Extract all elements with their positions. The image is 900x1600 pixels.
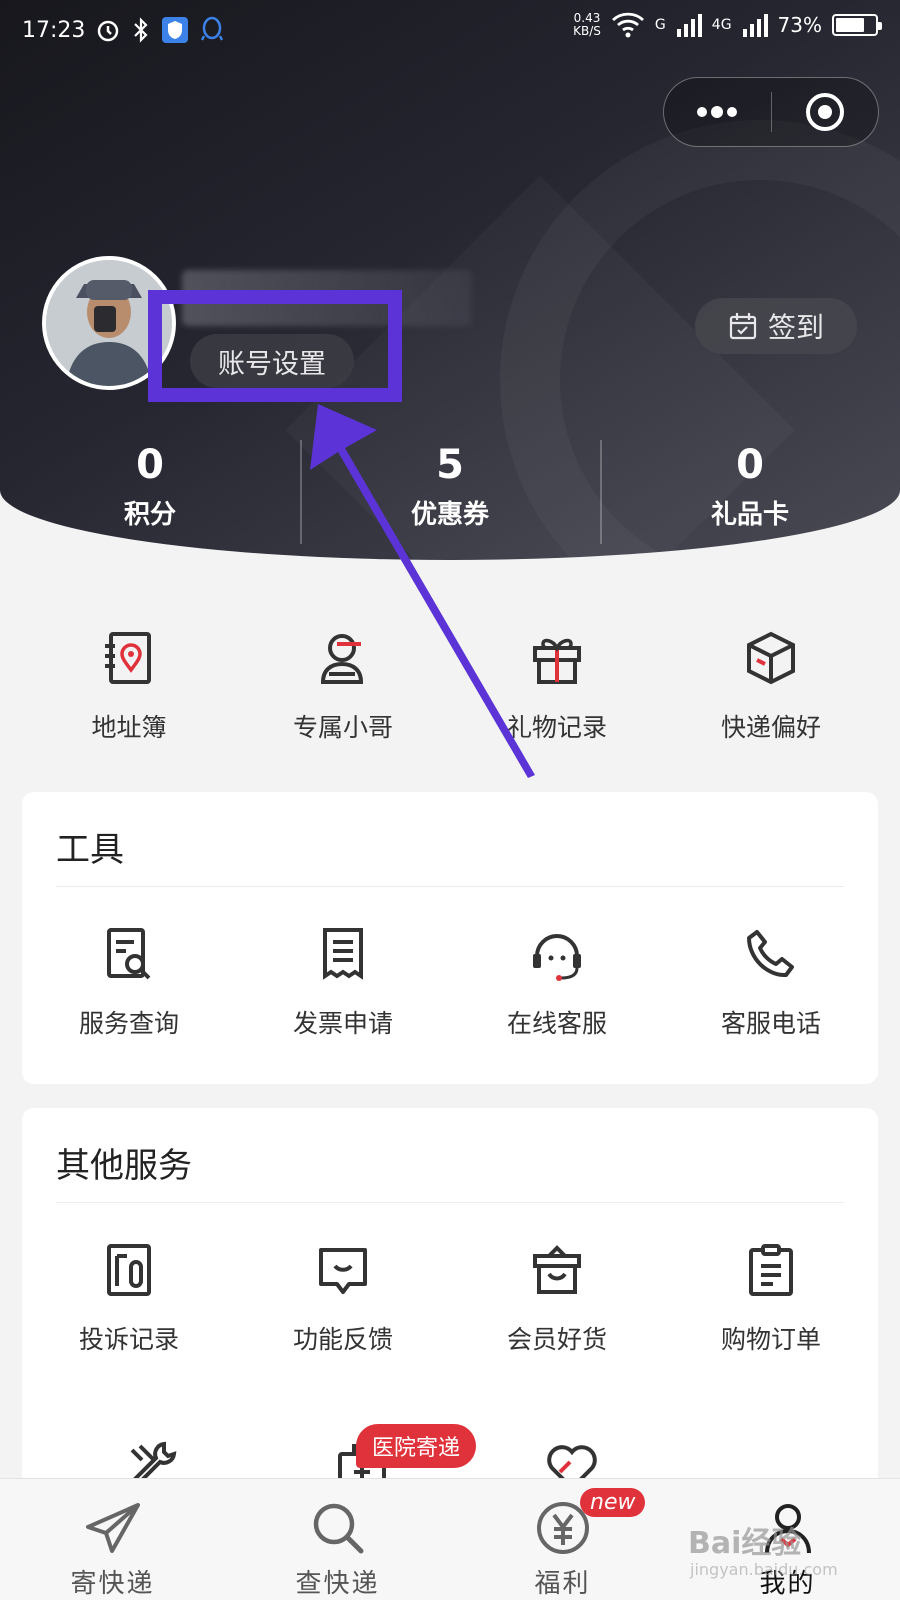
send-icon — [85, 1503, 140, 1553]
more-button[interactable] — [664, 78, 771, 146]
service-shopping-orders[interactable]: 购物订单 — [664, 1242, 878, 1356]
stat-value: 0 — [736, 442, 764, 488]
headset-icon — [533, 934, 581, 981]
target-close-icon — [805, 93, 844, 131]
close-button[interactable] — [772, 78, 879, 146]
other-services-grid: 投诉记录 功能反馈 会员好货 购物订单 — [22, 1242, 878, 1356]
more-dots-icon — [697, 106, 738, 118]
stat-coupons[interactable]: 5 优惠券 — [300, 440, 600, 550]
other-services-title: 其他服务 — [56, 1146, 192, 1186]
tools-title: 工具 — [56, 830, 124, 870]
mini-program-capsule — [663, 77, 879, 147]
nav-send-express[interactable]: 寄快递 — [0, 1479, 225, 1600]
quick-label: 礼物记录 — [506, 713, 607, 742]
tool-label: 客服电话 — [720, 1009, 821, 1038]
service-feedback[interactable]: 功能反馈 — [236, 1242, 450, 1356]
card-divider — [56, 886, 844, 887]
complaint-icon — [107, 1244, 151, 1296]
status-time: 17:23 — [22, 17, 86, 43]
stat-value: 5 — [436, 442, 464, 488]
tool-invoice[interactable]: 发票申请 — [236, 926, 450, 1040]
quick-courier[interactable]: 专属小哥 — [236, 630, 450, 760]
quick-actions: 地址簿 专属小哥 礼物记录 快递偏好 — [22, 630, 878, 760]
card-divider — [56, 1202, 844, 1203]
nav-track-express[interactable]: 查快递 — [225, 1479, 450, 1600]
quick-delivery-preference[interactable]: 快递偏好 — [664, 630, 878, 760]
wifi-icon — [611, 12, 644, 38]
battery-icon — [832, 14, 882, 36]
highlight-rectangle — [148, 290, 402, 402]
stat-points[interactable]: 0 积分 — [0, 440, 300, 550]
quick-label: 专属小哥 — [292, 713, 393, 742]
watermark-domain: jingyan.baidu.com — [690, 1560, 838, 1579]
new-badge: new — [580, 1488, 646, 1517]
signal-type-label: 4G — [711, 17, 732, 33]
quick-label: 快递偏好 — [720, 713, 821, 742]
signal-icon — [676, 14, 702, 37]
nav-label: 查快递 — [295, 1569, 380, 1599]
search-icon — [313, 1503, 363, 1554]
service-label: 会员好货 — [506, 1325, 607, 1354]
phone-icon — [747, 930, 794, 978]
qq-icon — [201, 16, 224, 41]
signal-type-label: G — [654, 17, 666, 33]
battery-percent: 73% — [777, 13, 822, 37]
invoice-icon — [323, 928, 363, 980]
tools-card: 工具 服务查询 发票申请 在线客服 客服电话 — [22, 792, 878, 1084]
sign-in-button[interactable]: 签到 — [695, 298, 857, 354]
service-label: 功能反馈 — [292, 1325, 393, 1354]
nav-label: 寄快递 — [70, 1569, 155, 1599]
network-speed: 0.43 KB/S — [573, 11, 601, 38]
badge-label: 医院寄递 — [372, 1436, 461, 1461]
tool-service-query[interactable]: 服务查询 — [22, 926, 236, 1040]
hospital-delivery-badge: 医院寄递 — [356, 1424, 477, 1468]
bluetooth-icon — [134, 17, 148, 43]
gift-icon — [533, 638, 581, 684]
stat-gift-cards[interactable]: 0 礼品卡 — [600, 440, 900, 550]
shield-icon — [162, 17, 189, 43]
member-goods-icon — [533, 1245, 581, 1294]
tool-online-support[interactable]: 在线客服 — [450, 926, 664, 1040]
watermark-brand: Bai经验 — [688, 1526, 802, 1561]
stat-label: 礼品卡 — [710, 500, 789, 530]
tool-label: 在线客服 — [506, 1009, 607, 1038]
stat-label: 积分 — [123, 500, 176, 530]
service-member-goods[interactable]: 会员好货 — [450, 1242, 664, 1356]
service-query-icon — [107, 928, 151, 980]
address-book-icon — [105, 632, 151, 684]
calendar-icon — [729, 313, 757, 340]
tool-support-phone[interactable]: 客服电话 — [664, 926, 878, 1040]
nav-label: 福利 — [534, 1569, 591, 1599]
quick-label: 地址簿 — [91, 713, 167, 742]
signal-icon — [742, 14, 768, 37]
stat-value: 0 — [136, 442, 164, 488]
tools-grid: 服务查询 发票申请 在线客服 客服电话 — [22, 926, 878, 1040]
status-bar: 17:23 0.43 KB/S G 4G 73% — [0, 0, 900, 62]
order-icon — [749, 1244, 793, 1296]
stat-label: 优惠券 — [410, 500, 489, 530]
service-label: 投诉记录 — [78, 1325, 179, 1354]
tool-label: 服务查询 — [78, 1009, 179, 1038]
courier-icon — [320, 634, 364, 684]
alarm-icon — [98, 20, 119, 42]
feedback-icon — [319, 1248, 367, 1294]
package-icon — [747, 631, 795, 685]
stats-row: 0 积分 5 优惠券 0 礼品卡 — [0, 440, 900, 550]
sign-in-label: 签到 — [767, 311, 824, 344]
tool-label: 发票申请 — [292, 1009, 393, 1038]
service-complaints[interactable]: 投诉记录 — [22, 1242, 236, 1356]
service-label: 购物订单 — [720, 1325, 821, 1354]
quick-gift-records[interactable]: 礼物记录 — [450, 630, 664, 760]
quick-address-book[interactable]: 地址簿 — [22, 630, 236, 760]
